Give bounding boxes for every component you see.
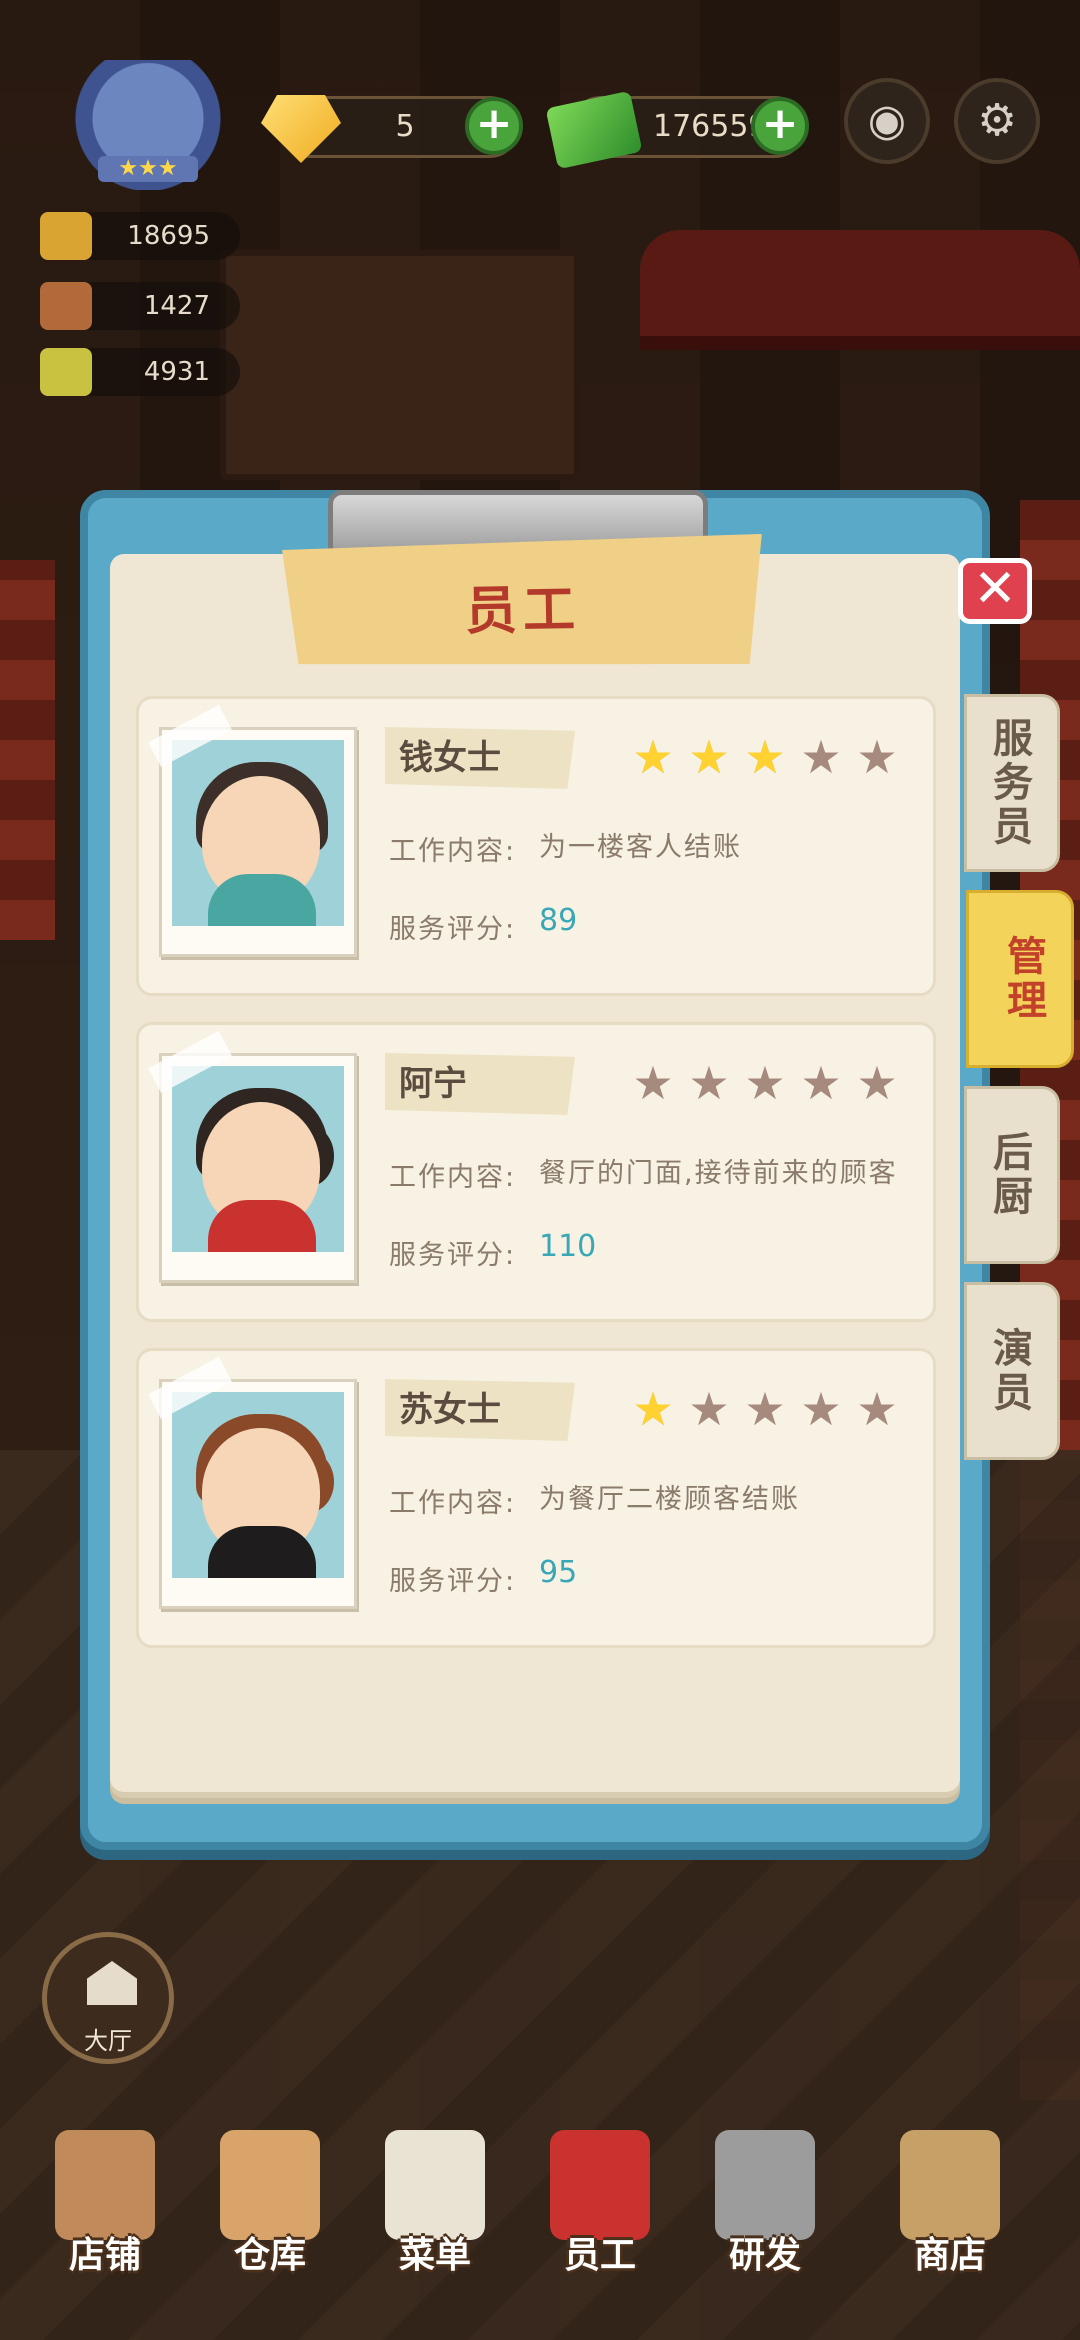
nav-label: 商店	[913, 2235, 986, 2276]
star-icon: ★	[688, 730, 730, 784]
star-icon: ★	[632, 1056, 674, 1110]
star-icon: ★	[688, 1382, 730, 1436]
score-value: 110	[539, 1229, 597, 1264]
add-cash-button[interactable]: +	[751, 97, 809, 155]
bottom-nav: 店铺 仓库 菜单 员工 研发 商店	[0, 2120, 1080, 2340]
staff-name: 苏女士	[385, 1379, 575, 1441]
resource-row-3: 4931	[40, 348, 240, 396]
star-icon: ★	[632, 1382, 674, 1436]
star-icon: ★	[856, 730, 898, 784]
pillar-left-decoration	[0, 560, 55, 940]
nav-item-staff[interactable]: 员工	[520, 2120, 680, 2320]
gem-counter: 5 +	[261, 95, 523, 163]
staff-rating: ★ ★ ★ ★ ★	[627, 731, 917, 783]
nav-item-shop-front[interactable]: 店铺	[25, 2120, 185, 2320]
star-icon: ★	[800, 730, 842, 784]
work-label: 工作内容:	[389, 836, 517, 867]
staff-card[interactable]: 苏女士 ★ ★ ★ ★ ★ 工作内容: 为餐厅二楼顾客结账 服务评分: 95	[136, 1348, 936, 1648]
dialog-paper: 钱女士 ★ ★ ★ ★ ★ 工作内容: 为一楼客人结账 服务评分: 89 阿宁 …	[110, 554, 960, 1792]
star-icon: ★	[744, 730, 786, 784]
nav-label: 店铺	[68, 2235, 141, 2276]
tab-waiter[interactable]: 服务员	[964, 694, 1060, 872]
star-icon: ★	[856, 1382, 898, 1436]
clipboard-icon	[385, 2130, 485, 2240]
tab-management[interactable]: 管理	[966, 890, 1074, 1068]
score-label: 服务评分:	[389, 1566, 517, 1597]
pot-icon	[40, 212, 92, 260]
dish-icon	[40, 282, 92, 330]
staff-photo	[148, 704, 357, 957]
wok-icon	[715, 2130, 815, 2240]
house-icon	[87, 1961, 137, 2005]
badge-stars-icon: ★★★	[98, 156, 198, 182]
close-icon: ✕	[973, 559, 1017, 619]
staff-card[interactable]: 阿宁 ★ ★ ★ ★ ★ 工作内容: 餐厅的门面,接待前来的顾客 服务评分: 1…	[136, 1022, 936, 1322]
gem-value: 5	[395, 109, 415, 144]
tab-kitchen[interactable]: 后厨	[964, 1086, 1060, 1264]
settings-button[interactable]: ⚙	[954, 78, 1040, 164]
nav-item-menu[interactable]: 菜单	[355, 2120, 515, 2320]
nav-item-warehouse[interactable]: 仓库	[190, 2120, 350, 2320]
score-value: 89	[539, 903, 578, 938]
staff-card[interactable]: 钱女士 ★ ★ ★ ★ ★ 工作内容: 为一楼客人结账 服务评分: 89	[136, 696, 936, 996]
staff-name: 阿宁	[385, 1053, 575, 1115]
star-icon: ★	[632, 730, 674, 784]
staff-photo	[148, 1030, 357, 1283]
ticket-icon	[40, 348, 92, 396]
boxes-icon	[220, 2130, 320, 2240]
resource-row-1: 18695	[40, 212, 240, 260]
add-gems-button[interactable]: +	[465, 97, 523, 155]
score-value: 95	[539, 1555, 578, 1590]
camera-icon: ◉	[867, 95, 907, 146]
work-description: 为餐厅二楼顾客结账	[539, 1484, 800, 1515]
staff-name: 钱女士	[385, 727, 575, 789]
close-button[interactable]: ✕	[958, 558, 1032, 624]
pavilion-roof-decoration	[640, 230, 1080, 350]
star-icon: ★	[744, 1382, 786, 1436]
nav-label: 菜单	[398, 2235, 471, 2276]
work-label: 工作内容:	[389, 1488, 517, 1519]
resource-row-2: 1427	[40, 282, 240, 330]
work-description: 为一楼客人结账	[539, 832, 742, 863]
dialog-title-banner: 员工	[282, 534, 764, 672]
nav-item-research[interactable]: 研发	[685, 2120, 845, 2320]
resource-value: 1427	[143, 291, 210, 321]
nav-label: 仓库	[233, 2235, 306, 2276]
star-icon: ★	[856, 1056, 898, 1110]
hall-button[interactable]: 大厅	[42, 1932, 174, 2064]
restaurant-level-badge[interactable]: ★★★	[58, 60, 238, 190]
nav-item-store[interactable]: 商店	[870, 2120, 1030, 2320]
star-icon: ★	[744, 1056, 786, 1110]
staff-icon	[550, 2130, 650, 2240]
staff-dialog: 钱女士 ★ ★ ★ ★ ★ 工作内容: 为一楼客人结账 服务评分: 89 阿宁 …	[80, 490, 1074, 1850]
work-description: 餐厅的门面,接待前来的顾客	[539, 1158, 898, 1189]
staff-photo	[148, 1356, 357, 1609]
star-icon: ★	[800, 1056, 842, 1110]
camera-button[interactable]: ◉	[844, 78, 930, 164]
staff-rating: ★ ★ ★ ★ ★	[627, 1057, 917, 1109]
resource-value: 4931	[143, 357, 210, 387]
score-label: 服务评分:	[389, 1240, 517, 1271]
tab-performer[interactable]: 演员	[964, 1282, 1060, 1460]
storefront-icon	[55, 2130, 155, 2240]
hall-label: 大厅	[84, 2027, 132, 2055]
cash-value: 1765590	[653, 109, 787, 144]
nav-label: 员工	[563, 2235, 636, 2276]
work-label: 工作内容:	[389, 1162, 517, 1193]
score-label: 服务评分:	[389, 914, 517, 945]
gear-icon: ⚙	[977, 95, 1017, 146]
nav-label: 研发	[728, 2235, 801, 2276]
dialog-title: 员工	[464, 579, 582, 643]
staff-rating: ★ ★ ★ ★ ★	[627, 1383, 917, 1435]
star-icon: ★	[800, 1382, 842, 1436]
shop-icon	[900, 2130, 1000, 2240]
resource-value: 18695	[127, 221, 210, 251]
star-icon: ★	[688, 1056, 730, 1110]
shelf-decoration	[220, 250, 580, 480]
cash-counter: 1765590 +	[545, 90, 809, 170]
